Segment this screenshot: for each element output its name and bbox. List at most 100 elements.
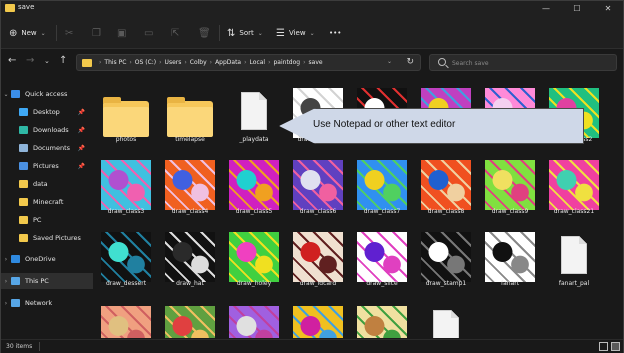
title-bar: save — ☐ ✕ bbox=[1, 1, 623, 16]
file-item[interactable] bbox=[159, 298, 221, 338]
breadcrumb-item[interactable]: Users bbox=[165, 59, 182, 66]
breadcrumb-item[interactable]: paintdog bbox=[274, 59, 301, 66]
status-bar: 30 items bbox=[1, 339, 623, 353]
thumbnail-art bbox=[421, 160, 471, 210]
file-item[interactable]: draw_class21 bbox=[543, 152, 605, 220]
address-dropdown-button[interactable]: ⌄ bbox=[387, 58, 392, 65]
file-item[interactable]: timelapse bbox=[159, 80, 221, 148]
expand-chevron-icon[interactable]: › bbox=[1, 278, 11, 285]
minimize-button[interactable]: — bbox=[531, 1, 561, 16]
cut-button[interactable]: ✂ bbox=[65, 25, 73, 41]
document-graphic bbox=[241, 92, 267, 130]
breadcrumb-item[interactable]: Colby bbox=[190, 59, 207, 66]
more-button[interactable]: ••• bbox=[329, 25, 341, 41]
share-button[interactable]: ⇱ bbox=[171, 25, 179, 41]
file-item[interactable] bbox=[95, 298, 157, 338]
folder-icon bbox=[19, 234, 28, 242]
sidebar-item-label: Downloads bbox=[33, 126, 69, 134]
breadcrumb-separator[interactable]: › bbox=[159, 59, 161, 66]
breadcrumb-separator[interactable]: › bbox=[210, 59, 212, 66]
file-item[interactable] bbox=[287, 298, 349, 338]
file-item[interactable]: draw_class5 bbox=[223, 152, 285, 220]
sidebar-item[interactable]: Pictures 📌 bbox=[1, 158, 93, 174]
breadcrumb-separator[interactable]: › bbox=[268, 59, 270, 66]
file-item[interactable]: draw_idcard bbox=[287, 224, 349, 292]
search-box[interactable] bbox=[429, 54, 617, 71]
file-name: draw_slice bbox=[366, 280, 398, 287]
recent-locations-button[interactable]: ⌄ bbox=[44, 57, 50, 65]
forward-button[interactable]: → bbox=[26, 55, 34, 66]
file-item[interactable]: draw_class3 bbox=[95, 152, 157, 220]
file-item[interactable]: draw_hat bbox=[159, 224, 221, 292]
paste-button[interactable]: ▣ bbox=[117, 25, 126, 41]
address-bar[interactable]: › This PC › OS (C:) › Users › Colby › AppData › Loc… bbox=[76, 54, 421, 71]
search-input[interactable] bbox=[452, 57, 602, 69]
file-item[interactable]: draw_class9 bbox=[479, 152, 541, 220]
file-item[interactable]: draw_stamp1 bbox=[415, 224, 477, 292]
breadcrumb-item[interactable]: AppData bbox=[215, 59, 241, 66]
breadcrumb-separator[interactable]: › bbox=[184, 59, 186, 66]
large-icons-view-button[interactable] bbox=[611, 342, 620, 351]
sort-button[interactable]: ⇅ Sort ⌄ bbox=[227, 25, 263, 41]
expand-chevron-icon[interactable]: › bbox=[1, 256, 11, 263]
file-name: fanart bbox=[500, 280, 520, 287]
file-item[interactable]: fanart bbox=[479, 224, 541, 292]
breadcrumb-item[interactable]: Local bbox=[250, 59, 266, 66]
breadcrumb-separator[interactable]: › bbox=[244, 59, 246, 66]
delete-button[interactable]: 🗑 bbox=[198, 25, 211, 41]
file-item[interactable]: draw_holey bbox=[223, 224, 285, 292]
image-thumbnail bbox=[293, 306, 343, 338]
new-button[interactable]: ⊕ New ⌄ bbox=[9, 25, 46, 41]
file-item[interactable]: draw_class7 bbox=[351, 152, 413, 220]
rename-button[interactable]: ▭ bbox=[144, 25, 153, 41]
sidebar-item[interactable]: data bbox=[1, 176, 93, 192]
navigation-bar: ← → ⌄ ↑ › This PC › OS (C:) › Users › Colby › App… bbox=[1, 49, 623, 76]
breadcrumb-item[interactable]: This PC bbox=[104, 59, 126, 66]
sidebar-item[interactable]: › OneDrive bbox=[1, 251, 93, 267]
file-item[interactable]: _playdata bbox=[223, 80, 285, 148]
sidebar-item[interactable]: Saved Pictures bbox=[1, 230, 93, 246]
documents-icon bbox=[19, 144, 28, 152]
breadcrumb-item[interactable]: save bbox=[309, 59, 323, 66]
expand-chevron-icon[interactable]: ⌄ bbox=[1, 91, 11, 98]
up-button[interactable]: ↑ bbox=[59, 55, 67, 66]
view-button[interactable]: ☰ View ⌄ bbox=[276, 25, 315, 41]
file-item[interactable]: draw_slice bbox=[351, 224, 413, 292]
sidebar-item[interactable]: › This PC bbox=[1, 273, 93, 289]
file-item[interactable] bbox=[415, 298, 477, 338]
sidebar-item[interactable]: Desktop 📌 bbox=[1, 104, 93, 120]
close-button[interactable]: ✕ bbox=[593, 1, 623, 16]
back-button[interactable]: ← bbox=[8, 55, 16, 66]
sidebar-item[interactable]: ⌄ Quick access bbox=[1, 86, 93, 102]
image-thumbnail bbox=[357, 232, 407, 282]
breadcrumb: › This PC › OS (C:) › Users › Colby › AppData › Loc… bbox=[96, 59, 323, 66]
sidebar-item[interactable]: › Network bbox=[1, 295, 93, 311]
file-item[interactable]: draw_class6 bbox=[287, 152, 349, 220]
refresh-button[interactable]: ↻ bbox=[406, 57, 414, 67]
breadcrumb-separator[interactable]: › bbox=[303, 59, 305, 66]
file-item[interactable]: draw_dessert bbox=[95, 224, 157, 292]
maximize-button[interactable]: ☐ bbox=[562, 1, 592, 16]
copy-button[interactable]: ❐ bbox=[92, 25, 101, 41]
sidebar-item-label: Desktop bbox=[33, 108, 60, 116]
download-icon bbox=[19, 126, 28, 134]
file-item[interactable]: photos bbox=[95, 80, 157, 148]
breadcrumb-separator[interactable]: › bbox=[99, 59, 101, 66]
file-item[interactable] bbox=[223, 298, 285, 338]
file-item[interactable]: draw_class4 bbox=[159, 152, 221, 220]
file-item[interactable] bbox=[351, 298, 413, 338]
breadcrumb-item[interactable]: OS (C:) bbox=[135, 59, 156, 66]
details-view-button[interactable] bbox=[599, 342, 608, 351]
file-item[interactable]: draw_class8 bbox=[415, 152, 477, 220]
breadcrumb-separator[interactable]: › bbox=[129, 59, 131, 66]
expand-chevron-icon[interactable]: › bbox=[1, 300, 11, 307]
folder-icon bbox=[5, 4, 15, 12]
thumbnail-art bbox=[357, 160, 407, 210]
file-item[interactable]: fanart_pal bbox=[543, 224, 605, 292]
sidebar-item[interactable]: Minecraft bbox=[1, 194, 93, 210]
sidebar-item[interactable]: Documents 📌 bbox=[1, 140, 93, 156]
sidebar-item[interactable]: Downloads 📌 bbox=[1, 122, 93, 138]
thumbnail-art bbox=[357, 306, 407, 338]
thumbnail-art bbox=[293, 306, 343, 338]
sidebar-item[interactable]: PC bbox=[1, 212, 93, 228]
